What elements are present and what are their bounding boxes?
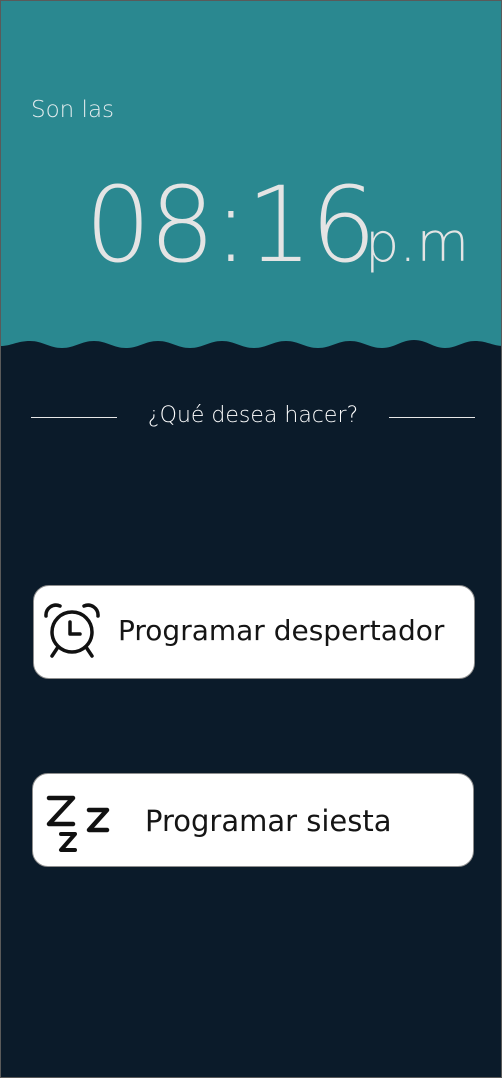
current-time: 08:16 [85,164,377,286]
app-screen: Son las 08:16 p.m ¿Qué desea hacer? Prog… [0,0,502,1078]
set-alarm-label: Programar despertador [118,614,445,647]
divider-left [31,417,117,418]
prompt-row: ¿Qué desea hacer? [31,401,475,435]
greeting-label: Son las [31,97,115,123]
time-period: p.m [365,211,470,274]
alarm-clock-icon [40,602,104,666]
prompt-heading: ¿Qué desea hacer? [147,403,359,428]
set-alarm-button[interactable]: Programar despertador [33,585,475,679]
set-nap-label: Programar siesta [145,804,392,838]
set-nap-button[interactable]: Programar siesta [32,773,474,867]
time-header: Son las 08:16 p.m [1,1,501,361]
sleep-zzz-icon [43,792,113,858]
divider-right [389,417,475,418]
